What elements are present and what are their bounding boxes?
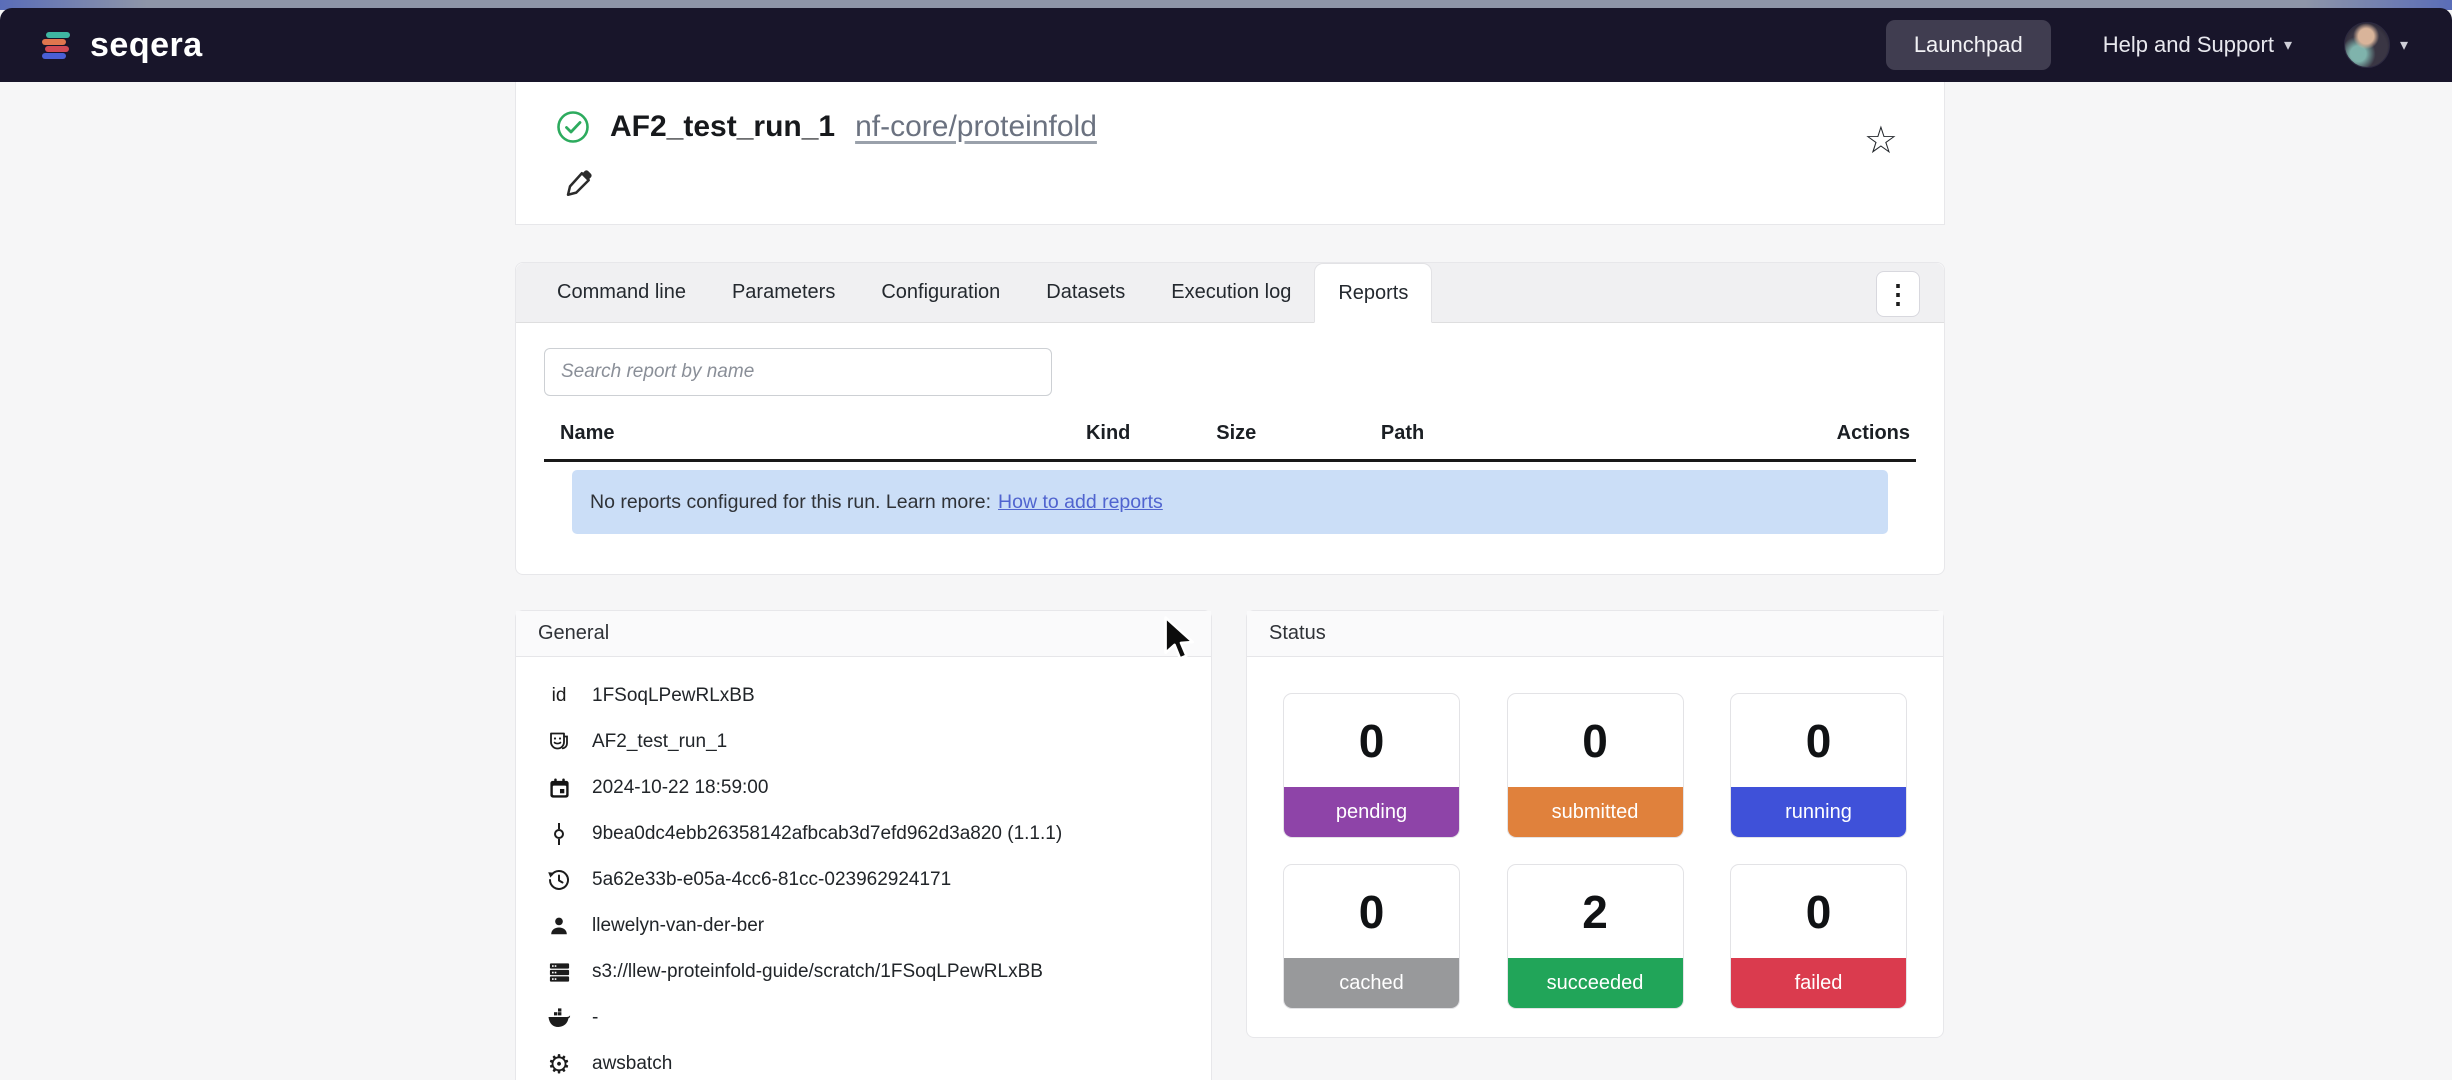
brand-name: seqera [90,26,203,65]
column-header-name: Name [544,422,1086,445]
submitted-label: submitted [1508,787,1683,837]
status-tile-pending: 0 pending [1283,693,1460,838]
column-header-kind: Kind [1086,422,1216,445]
tab-configuration[interactable]: Configuration [858,263,1023,322]
general-row-executor: ⚙ awsbatch [516,1041,1211,1080]
no-reports-alert: No reports configured for this run. Lear… [572,470,1888,534]
no-reports-message: No reports configured for this run. Lear… [590,491,991,514]
status-panel: Status 0 pending 0 submitted 0 running 0… [1246,610,1944,1038]
server-icon [544,961,574,984]
cached-count: 0 [1284,865,1459,958]
how-to-add-reports-link[interactable]: How to add reports [998,491,1163,514]
cached-label: cached [1284,958,1459,1008]
general-row-date: 2024-10-22 18:59:00 [516,765,1211,811]
column-header-size: Size [1216,422,1381,445]
tab-command-line[interactable]: Command line [534,263,709,322]
status-tile-cached: 0 cached [1283,864,1460,1009]
seqera-logo-icon [36,25,76,65]
tab-parameters[interactable]: Parameters [709,263,858,322]
status-tile-submitted: 0 submitted [1507,693,1684,838]
general-row-workdir: s3://llew-proteinfold-guide/scratch/1FSo… [516,949,1211,995]
tab-execution-log[interactable]: Execution log [1148,263,1314,322]
succeeded-label: succeeded [1508,958,1683,1008]
general-row-session-id: 5a62e33b-e05a-4cc6-81cc-023962924171 [516,857,1211,903]
run-detail-card: Command line Parameters Configuration Da… [515,262,1945,575]
star-icon[interactable]: ☆ [1864,122,1898,160]
top-navbar: seqera Launchpad Help and Support ▾ ▾ [0,8,2452,82]
succeeded-count: 2 [1508,865,1683,958]
general-panel: General id 1FSoqLPewRLxBB [515,610,1212,1080]
pending-count: 0 [1284,694,1459,787]
status-tile-succeeded: 2 succeeded [1507,864,1684,1009]
column-header-path: Path [1381,422,1806,445]
reports-table-header: Name Kind Size Path Actions [544,408,1916,462]
general-row-commit: 9bea0dc4ebb26358142afbcab3d7efd962d3a820… [516,811,1211,857]
tab-reports[interactable]: Reports [1314,263,1432,323]
failed-count: 0 [1731,865,1906,958]
edit-pencil-icon[interactable] [564,168,594,198]
avatar[interactable] [2344,22,2390,68]
status-tile-running: 0 running [1730,693,1907,838]
help-and-support-menu[interactable]: Help and Support ▾ [2103,32,2292,58]
tab-bar: Command line Parameters Configuration Da… [516,263,1944,323]
run-name: AF2_test_run_1 [610,110,835,144]
column-header-actions: Actions [1806,422,1916,445]
pending-label: pending [1284,787,1459,837]
success-check-icon [556,110,590,144]
reports-table: Name Kind Size Path Actions No reports c… [544,408,1916,534]
git-commit-icon [544,822,574,846]
docker-icon [544,1007,574,1029]
user-icon [544,915,574,937]
general-row-id: id 1FSoqLPewRLxBB [516,673,1211,719]
more-options-button[interactable]: ⋮ [1876,271,1920,317]
tab-datasets[interactable]: Datasets [1023,263,1148,322]
general-panel-title: General [516,611,1211,657]
running-count: 0 [1731,694,1906,787]
user-menu[interactable]: ▾ [2344,22,2408,68]
launchpad-button[interactable]: Launchpad [1886,20,2051,70]
chevron-down-icon: ▾ [2400,35,2408,55]
search-input[interactable] [544,348,1052,396]
run-header-card: AF2_test_run_1 nf-core/proteinfold ☆ [515,82,1945,225]
id-label: id [544,685,574,707]
failed-label: failed [1731,958,1906,1008]
help-and-support-label: Help and Support [2103,32,2274,58]
status-panel-title: Status [1247,611,1943,657]
chevron-down-icon: ▾ [2284,35,2292,55]
general-row-container: - [516,995,1211,1041]
masks-icon [544,730,574,754]
running-label: running [1731,787,1906,837]
kebab-icon: ⋮ [1885,279,1911,310]
status-tile-failed: 0 failed [1730,864,1907,1009]
calendar-icon [544,777,574,800]
submitted-count: 0 [1508,694,1683,787]
general-row-run-name: AF2_test_run_1 [516,719,1211,765]
general-row-user: llewelyn-van-der-ber [516,903,1211,949]
gear-icon: ⚙ [544,1051,574,1077]
pipeline-link[interactable]: nf-core/proteinfold [855,110,1097,144]
history-icon [544,868,574,892]
seqera-brand[interactable]: seqera [36,25,203,65]
